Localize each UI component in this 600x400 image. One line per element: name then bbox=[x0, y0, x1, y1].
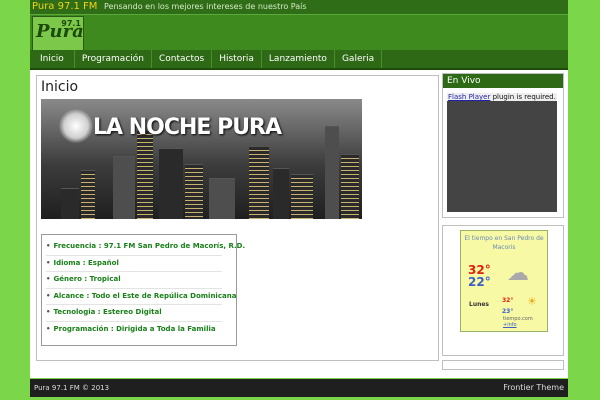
page-wrapper: Pura 97.1 FM Pensando en los mejores int… bbox=[30, 0, 568, 400]
flash-player-link[interactable]: Flash Player bbox=[448, 93, 490, 101]
main-content: Inicio LA NOCHE PURA • Frecuencia: 97.1… bbox=[36, 75, 439, 361]
footer: Pura 97.1 FM © 2013 Frontier Theme bbox=[30, 379, 568, 397]
list-item: • Género : Tropical bbox=[46, 272, 222, 289]
weather-widget: El tiempo en San Pedro de Macoris 32° 22… bbox=[442, 225, 564, 356]
station-info-box: • Frecuencia : 97.1 FM San Pedro de Macor… bbox=[41, 234, 245, 346]
nav-item-galeria[interactable]: Galeria bbox=[335, 50, 383, 68]
weather-title: El tiempo en San Pedro de Macoris bbox=[464, 235, 544, 251]
live-widget-title: En Vivo bbox=[443, 74, 563, 88]
list-item: • Programación : Dirigida a Toda la Famil… bbox=[46, 324, 216, 333]
page-title: Inicio bbox=[41, 79, 79, 95]
site-tagline: Pensando en los mejores intereses de nue… bbox=[103, 2, 307, 11]
weather-brand[interactable]: tiempo.com +info bbox=[503, 316, 547, 328]
nav-item-lanzamiento[interactable]: Lanzamiento bbox=[262, 50, 335, 68]
nav-item-inicio[interactable]: Inicio bbox=[30, 50, 75, 68]
weather-day-low: 23° bbox=[502, 308, 514, 315]
footer-copyright: Pura 97.1 FM © 2013 bbox=[34, 384, 110, 392]
weather-more-link[interactable]: +info bbox=[503, 322, 517, 328]
list-item: • Alcance : Todo el Este de Repúlica Domi… bbox=[46, 289, 236, 305]
list-item: • Tecnologia : Estereo Digital bbox=[46, 305, 222, 322]
live-widget: En Vivo Flash Player plugin is required. bbox=[442, 73, 564, 218]
storm-cloud-icon: ☁ bbox=[507, 261, 529, 286]
site-title[interactable]: Pura 97.1 FM bbox=[32, 1, 97, 12]
header: Pura 97.1 bbox=[30, 14, 568, 52]
live-player[interactable]: Flash Player plugin is required. bbox=[447, 93, 557, 212]
list-item: • Idioma : Español bbox=[46, 256, 222, 272]
station-info-list: • Frecuencia : 97.1 FM San Pedro de Macor… bbox=[42, 239, 245, 337]
list-item: • Frecuencia : 97.1 FM San Pedro de Macor… bbox=[46, 239, 245, 256]
moon-graphic bbox=[59, 109, 93, 143]
site-logo[interactable]: Pura 97.1 bbox=[32, 16, 84, 52]
nav-item-historia[interactable]: Historia bbox=[212, 50, 262, 68]
weather-day: Lunes bbox=[469, 301, 490, 308]
content-area: Inicio LA NOCHE PURA • Frecuencia: 97.1… bbox=[30, 70, 568, 378]
empty-widget bbox=[442, 360, 564, 370]
weather-box[interactable]: El tiempo en San Pedro de Macoris 32° 22… bbox=[460, 230, 548, 332]
banner-image: LA NOCHE PURA bbox=[41, 99, 362, 219]
sun-icon: ☀ bbox=[527, 295, 537, 308]
nav-item-programacion[interactable]: Programación bbox=[75, 50, 152, 68]
weather-day-high: 32° bbox=[502, 297, 514, 304]
top-bar: Pura 97.1 FM Pensando en los mejores int… bbox=[30, 0, 568, 14]
weather-temp-low: 22° bbox=[468, 275, 491, 289]
banner-title: LA NOCHE PURA bbox=[93, 115, 282, 140]
main-nav: Inicio Programación Contactos Historia L… bbox=[30, 50, 568, 70]
footer-theme-credit[interactable]: Frontier Theme bbox=[503, 379, 564, 397]
nav-item-contactos[interactable]: Contactos bbox=[152, 50, 213, 68]
logo-number: 97.1 bbox=[61, 19, 81, 28]
player-message: Flash Player plugin is required. bbox=[447, 93, 557, 101]
